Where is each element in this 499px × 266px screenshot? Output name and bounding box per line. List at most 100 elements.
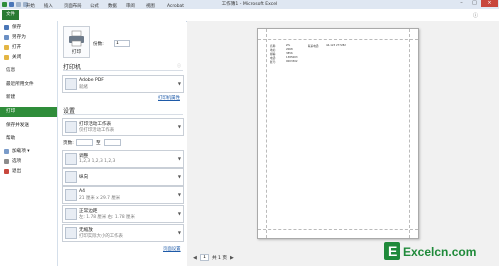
next-page-icon[interactable]: ▶: [230, 255, 234, 261]
cell: Z%: [286, 44, 291, 47]
margins-icon: [65, 208, 77, 220]
tab-home[interactable]: 开始: [22, 2, 39, 11]
nav-addins[interactable]: 加载项 ▾: [0, 147, 57, 156]
copies-label: 份数:: [93, 42, 104, 47]
divider: [63, 114, 183, 115]
nav-save-send[interactable]: 保存并发送: [0, 121, 57, 130]
nav-addins-label: 加载项 ▾: [12, 149, 30, 154]
collate-icon: [65, 153, 77, 165]
chevron-down-icon: ▼: [177, 81, 181, 86]
maximize-icon[interactable]: □: [468, 0, 481, 7]
margins-desc: 左: 1.78 厘米 右: 1.78 厘米: [79, 215, 135, 220]
nav-info[interactable]: 信息: [0, 66, 57, 75]
print-button[interactable]: 打印: [63, 26, 90, 58]
nav-save-as[interactable]: 另存为: [0, 33, 57, 42]
nav-save[interactable]: 保存: [0, 23, 57, 32]
chevron-down-icon: ▼: [177, 230, 181, 235]
nav-help-label: 帮助: [6, 136, 16, 141]
nav-options[interactable]: 选项: [0, 157, 57, 166]
tab-data[interactable]: 数据: [104, 2, 121, 11]
collate-dropdown[interactable]: 调整 1,2,3 1,2,3 1,2,3 ▼: [62, 150, 184, 168]
margins-dropdown[interactable]: 正常边距 左: 1.78 厘米 右: 1.78 厘米 ▼: [62, 205, 184, 223]
tab-acrobat[interactable]: Acrobat: [163, 2, 188, 11]
printer-icon: [69, 30, 84, 47]
page-setup-link[interactable]: 页面设置: [163, 246, 181, 252]
pages-to-input[interactable]: [104, 139, 121, 146]
chevron-down-icon: ▼: [177, 192, 181, 197]
nav-new[interactable]: 新建: [0, 93, 57, 102]
open-folder-icon: [4, 45, 9, 50]
watermark-graphic: E Excelcn.com: [384, 242, 476, 260]
nav-exit-label: 退出: [12, 169, 22, 174]
nav-save-send-label: 保存并发送: [6, 123, 29, 128]
tab-view[interactable]: 视图: [142, 2, 159, 11]
scaling-icon: [65, 227, 77, 239]
print-what-title: 打印活动工作表: [79, 121, 112, 127]
printer-small-icon: [65, 78, 77, 90]
collate-desc: 1,2,3 1,2,3 1,2,3: [79, 159, 116, 164]
page-number-input[interactable]: [200, 254, 209, 261]
print-what-desc: 仅打印活动工作表: [79, 128, 115, 133]
close-window-icon[interactable]: ×: [481, 0, 498, 7]
paper-size-dropdown[interactable]: A4 21 厘米 x 29.7 厘米 ▼: [62, 186, 184, 204]
margin-guide: [409, 29, 410, 238]
minimize-icon[interactable]: –: [455, 0, 468, 7]
printer-dropdown[interactable]: Adobe PDF 就绪 ▼: [62, 75, 184, 93]
nav-close-label: 关闭: [12, 55, 22, 60]
save-icon: [4, 25, 9, 30]
nav-close[interactable]: 关闭: [0, 53, 57, 62]
cell: 1385003: [286, 56, 298, 59]
cell: 账号:: [270, 61, 277, 64]
tab-formulas[interactable]: 公式: [86, 2, 103, 11]
scaling-desc: 打印实际大小的工作表: [79, 234, 123, 239]
printer-properties-link[interactable]: 打印机属性: [158, 95, 180, 101]
sheet-icon: [65, 121, 77, 133]
close-file-icon: [4, 55, 9, 60]
print-what-dropdown[interactable]: 打印活动工作表 仅打印活动工作表 ▼: [62, 118, 184, 136]
margin-guide: [266, 29, 267, 238]
nav-recent[interactable]: 最近所用文件: [0, 80, 57, 89]
scaling-dropdown[interactable]: 无缩放 打印实际大小的工作表 ▼: [62, 224, 184, 242]
print-button-label: 打印: [71, 50, 82, 55]
info-circle-icon[interactable]: ⓘ: [177, 63, 181, 69]
nav-exit[interactable]: 退出: [0, 167, 57, 176]
scaling-title: 无缩放: [79, 227, 93, 233]
portrait-icon: [65, 171, 77, 183]
nav-help[interactable]: 帮助: [0, 134, 57, 143]
nav-info-label: 信息: [6, 68, 16, 73]
cell: 44-123 277282: [326, 44, 346, 47]
pages-from-input[interactable]: [76, 139, 93, 146]
chevron-down-icon: ▼: [177, 211, 181, 216]
copies-input[interactable]: [114, 40, 130, 47]
chevron-down-icon: ▼: [177, 174, 181, 179]
preview-page: 名称: Z% 联系电话: 44-123 277282 地址: 2068 邮编: …: [257, 28, 419, 239]
nav-new-label: 新建: [6, 95, 16, 100]
help-icon[interactable]: ⓘ: [473, 12, 478, 19]
nav-save-label: 保存: [12, 25, 22, 30]
addins-icon: [4, 149, 9, 154]
pages-label: 页数:: [63, 141, 74, 146]
orientation-dropdown[interactable]: 纵向 ▼: [62, 168, 184, 186]
tab-file[interactable]: 文件: [2, 10, 19, 20]
tab-insert[interactable]: 插入: [40, 2, 57, 11]
tab-review[interactable]: 审阅: [122, 2, 139, 11]
nav-print-label: 打印: [6, 109, 16, 114]
nav-open-label: 打开: [12, 45, 22, 50]
cell: 2068: [286, 48, 293, 51]
nav-open[interactable]: 打开: [0, 43, 57, 52]
margin-guide: [258, 39, 418, 40]
nav-recent-label: 最近所用文件: [6, 82, 34, 87]
printer-name: Adobe PDF: [79, 77, 104, 83]
margin-guide: [258, 229, 418, 230]
svg-text:E: E: [388, 243, 397, 259]
svg-text:Excelcn.com: Excelcn.com: [403, 245, 476, 259]
chevron-down-icon: ▼: [177, 156, 181, 161]
nav-save-as-label: 另存为: [12, 35, 26, 40]
tab-page-layout[interactable]: 页面布局: [60, 2, 86, 11]
nav-print[interactable]: 打印: [0, 107, 57, 117]
paper-title: A4: [79, 188, 86, 194]
divider: [63, 70, 183, 71]
prev-page-icon[interactable]: ◀: [193, 255, 197, 261]
nav-options-label: 选项: [12, 159, 22, 164]
cell: 0003302: [286, 60, 298, 63]
